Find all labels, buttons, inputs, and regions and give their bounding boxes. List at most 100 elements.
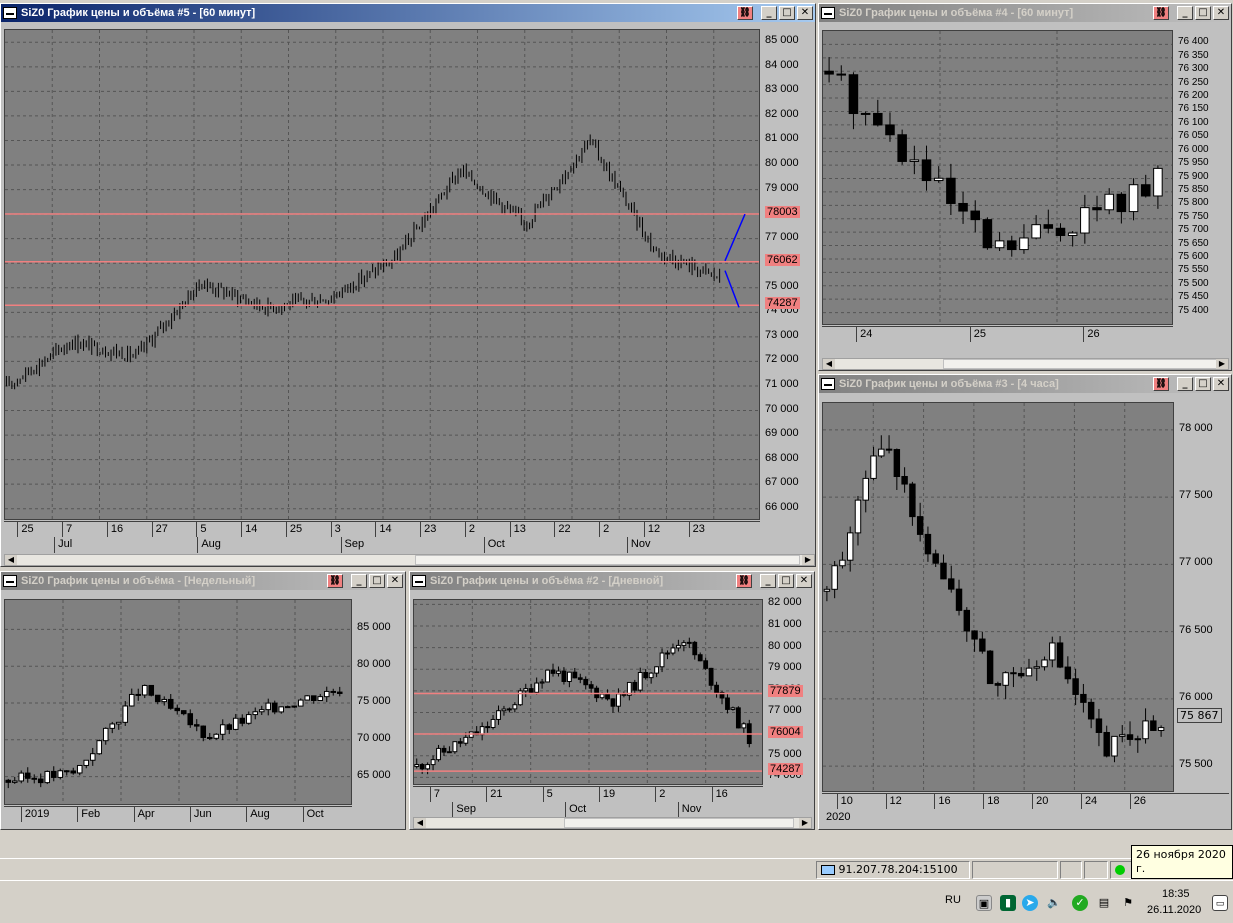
time-axis[interactable]: 2019 Feb Apr Jun Aug Oct bbox=[4, 806, 352, 828]
candle-up bbox=[1019, 237, 1029, 251]
flag-icon[interactable]: ⚑ bbox=[1120, 895, 1136, 911]
candle-down bbox=[239, 717, 246, 724]
price-axis-label: 76 500 bbox=[1179, 623, 1213, 636]
horizontal-scrollbar[interactable]: ◀ ▶ bbox=[4, 554, 815, 566]
price-chart-plot[interactable] bbox=[413, 599, 763, 785]
link-icon[interactable]: ⛓ bbox=[1153, 377, 1169, 391]
candle-up bbox=[414, 764, 420, 768]
scroll-right-icon[interactable]: ▶ bbox=[1216, 359, 1228, 369]
candle-down bbox=[692, 641, 698, 656]
candle-up bbox=[122, 705, 129, 723]
minimize-button[interactable]: _ bbox=[351, 574, 367, 588]
candle-up bbox=[57, 770, 64, 778]
price-level-tag: 74287 bbox=[765, 297, 800, 310]
minimize-button[interactable]: _ bbox=[1177, 6, 1193, 20]
window-4-titlebar[interactable]: SiZ0 График цены и объёма #4 - [60 минут… bbox=[819, 4, 1231, 22]
price-chart-plot[interactable] bbox=[822, 402, 1174, 792]
minimize-button[interactable]: _ bbox=[761, 6, 777, 20]
time-axis-tick bbox=[1032, 794, 1034, 809]
horizontal-scrollbar[interactable]: ◀ ▶ bbox=[822, 358, 1229, 370]
price-axis[interactable]: 85 000 80 000 75 000 70 000 65 000 bbox=[353, 599, 403, 805]
scroll-thumb[interactable] bbox=[943, 359, 1218, 369]
price-axis[interactable]: 76 400 76 350 76 300 76 250 76 200 76 150 76 1… bbox=[1174, 30, 1229, 325]
time-axis[interactable]: 7 21 5 19 2 16 Sep Oct Nov bbox=[413, 786, 763, 818]
time-axis-label: 2 bbox=[468, 523, 476, 535]
window-5-titlebar[interactable]: SiZ0 График цены и объёма #5 - [60 минут… bbox=[1, 4, 815, 22]
close-button[interactable]: ✕ bbox=[1213, 377, 1229, 391]
price-axis-label: 76 050 bbox=[1178, 130, 1209, 142]
minimize-button[interactable]: _ bbox=[1177, 377, 1193, 391]
link-icon[interactable]: ⛓ bbox=[737, 6, 753, 20]
candle-down bbox=[982, 219, 993, 249]
minimize-button[interactable]: _ bbox=[760, 574, 776, 588]
security-ok-icon[interactable]: ✓ bbox=[1072, 895, 1088, 911]
price-axis[interactable]: 85 000 84 000 83 000 82 000 81 000 80 000 79 0… bbox=[761, 29, 815, 520]
scroll-left-icon[interactable]: ◀ bbox=[5, 555, 17, 565]
candle-down bbox=[1056, 642, 1064, 668]
close-button[interactable]: ✕ bbox=[1213, 6, 1229, 20]
close-button[interactable]: ✕ bbox=[797, 6, 813, 20]
maximize-button[interactable]: □ bbox=[778, 574, 794, 588]
scroll-thumb[interactable] bbox=[564, 818, 794, 828]
time-axis[interactable]: 25 7 16 27 5 14 25 3 14 23 2 13 22 2 12 23 Jul Aug Sep Oct N… bbox=[4, 521, 760, 554]
price-axis-label: 75 450 bbox=[1178, 291, 1209, 303]
scroll-right-icon[interactable]: ▶ bbox=[802, 555, 814, 565]
price-chart-plot[interactable] bbox=[4, 29, 760, 520]
time-axis-label: 19 bbox=[602, 788, 616, 800]
volume-icon[interactable]: 🔈 bbox=[1046, 895, 1062, 911]
show-desktop-icon[interactable]: ▭ bbox=[1212, 895, 1228, 911]
telegram-icon[interactable]: ➤ bbox=[1022, 895, 1038, 911]
maximize-button[interactable]: □ bbox=[1195, 6, 1211, 20]
price-axis-label: 75 750 bbox=[1178, 210, 1209, 222]
link-icon[interactable]: ⛓ bbox=[1153, 6, 1169, 20]
clock-time[interactable]: 18:35 bbox=[1162, 888, 1190, 900]
chart-window-weekly[interactable]: SiZ0 График цены и объёма - [Недельный] … bbox=[0, 571, 406, 830]
link-icon[interactable]: ⛓ bbox=[327, 574, 343, 588]
maximize-button[interactable]: □ bbox=[1195, 377, 1211, 391]
language-indicator[interactable]: RU bbox=[945, 894, 961, 906]
forecast-line-down bbox=[724, 270, 740, 308]
link-icon[interactable]: ⛓ bbox=[736, 574, 752, 588]
window-2-titlebar[interactable]: SiZ0 График цены и объёма #2 - [Дневной]… bbox=[410, 572, 814, 590]
devices-icon[interactable]: ▤ bbox=[1096, 895, 1112, 911]
scroll-right-icon[interactable]: ▶ bbox=[799, 818, 811, 828]
horizontal-scrollbar[interactable]: ◀ ▶ bbox=[413, 817, 812, 829]
scroll-left-icon[interactable]: ◀ bbox=[823, 359, 835, 369]
candle-down bbox=[187, 713, 194, 726]
price-chart-plot[interactable] bbox=[4, 599, 352, 805]
clock-date[interactable]: 26.11.2020 bbox=[1147, 904, 1201, 916]
price-axis-label: 82 000 bbox=[765, 107, 799, 120]
app-tray-icon[interactable]: ▣ bbox=[976, 895, 992, 911]
current-price-tag: 75 867 bbox=[1177, 707, 1222, 723]
chart-window-2[interactable]: SiZ0 График цены и объёма #2 - [Дневной]… bbox=[409, 571, 815, 830]
connection-status[interactable]: 91.207.78.204:15100 bbox=[816, 861, 970, 879]
time-axis-tick bbox=[885, 794, 887, 809]
candle-up bbox=[83, 759, 90, 766]
time-axis-tick bbox=[509, 522, 511, 537]
time-axis-label: 25 bbox=[289, 523, 303, 535]
close-button[interactable]: ✕ bbox=[387, 574, 403, 588]
chart-window-3[interactable]: SiZ0 График цены и объёма #3 - [4 часа] … bbox=[818, 374, 1232, 830]
chart-window-5[interactable]: SiZ0 График цены и объёма #5 - [60 минут… bbox=[0, 3, 816, 567]
scroll-left-icon[interactable]: ◀ bbox=[414, 818, 426, 828]
time-axis[interactable]: 10 12 16 18 20 24 26 2020 bbox=[822, 793, 1229, 827]
price-axis[interactable]: 82 00081 00080 00079 00078 00077 00076 0… bbox=[764, 596, 812, 785]
chart-window-4[interactable]: SiZ0 График цены и объёма #4 - [60 минут… bbox=[818, 3, 1232, 371]
price-level-tag: 76062 bbox=[765, 253, 800, 266]
price-axis[interactable]: 78 000 77 500 77 000 76 500 76 000 75 500 75 8… bbox=[1175, 402, 1229, 792]
maximize-button[interactable]: □ bbox=[369, 574, 385, 588]
candle-down bbox=[1010, 672, 1017, 675]
time-axis[interactable]: 24 25 26 bbox=[822, 326, 1173, 356]
price-chart-plot[interactable] bbox=[822, 30, 1173, 325]
candlestick-chart-svg bbox=[823, 403, 1173, 791]
terminal-tray-icon[interactable]: ▮ bbox=[1000, 895, 1016, 911]
window-weekly-titlebar[interactable]: SiZ0 График цены и объёма - [Недельный] … bbox=[1, 572, 405, 590]
candle-down bbox=[588, 684, 594, 689]
maximize-button[interactable]: □ bbox=[779, 6, 795, 20]
time-axis-label: 16 bbox=[938, 795, 951, 807]
window-3-titlebar[interactable]: SiZ0 График цены и объёма #3 - [4 часа] … bbox=[819, 375, 1231, 393]
scroll-thumb[interactable] bbox=[415, 555, 800, 565]
candle-up bbox=[1033, 666, 1040, 669]
close-button[interactable]: ✕ bbox=[796, 574, 812, 588]
candle-down bbox=[174, 707, 181, 712]
